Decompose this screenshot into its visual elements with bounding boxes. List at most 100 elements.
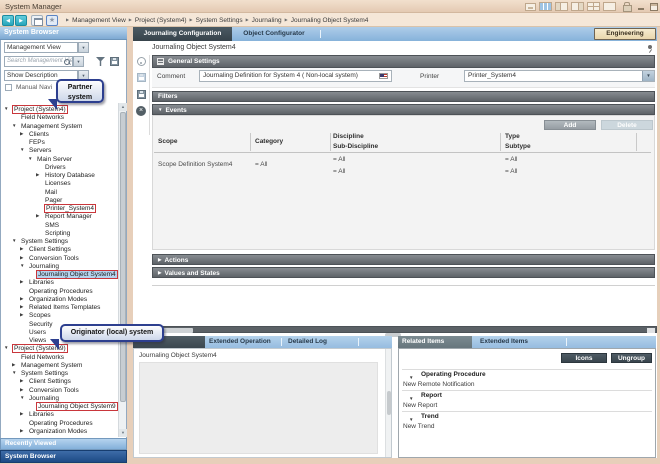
tab-extended-operation[interactable]: Extended Operation [209, 336, 271, 348]
expand-icon[interactable]: ▶ [20, 387, 23, 393]
breadcrumb-item[interactable]: Management View [72, 17, 126, 24]
layout-single-icon[interactable] [603, 2, 616, 11]
cell-discipline[interactable]: = All [333, 156, 345, 163]
forward-icon[interactable]: ▶ [15, 15, 27, 26]
collapse-icon[interactable]: ▼ [12, 123, 16, 128]
scrollbar-thumb[interactable] [120, 112, 126, 402]
cell-scope[interactable]: Scope Definition System4 [158, 161, 232, 168]
related-item[interactable]: New Trend [402, 422, 652, 432]
events-section-header[interactable]: ▼Events [152, 104, 655, 115]
tab-related-items[interactable]: Related Items [398, 336, 472, 348]
expand-icon[interactable]: ▶ [158, 257, 161, 262]
favorites-star-icon[interactable]: ★ [46, 15, 58, 26]
save-as-icon[interactable] [137, 90, 146, 99]
layout-columns-icon[interactable] [539, 2, 552, 11]
layout-split-right-icon[interactable] [571, 2, 584, 11]
cell-category[interactable]: = All [255, 161, 267, 168]
search-input[interactable]: Search Management Vie [4, 56, 73, 67]
tab-detailed-log[interactable]: Detailed Log [288, 336, 327, 348]
tab-extended-items[interactable]: Extended Items [480, 336, 528, 348]
collapse-icon[interactable]: ▼ [409, 394, 413, 404]
back-icon[interactable]: ◀ [2, 15, 14, 26]
cell-type[interactable]: = All [505, 156, 517, 163]
expand-icon[interactable]: ▶ [20, 312, 23, 318]
tree-item-label[interactable]: Organization Modes [28, 427, 88, 436]
tree-scrollbar[interactable]: ▲ ▼ [118, 103, 126, 437]
lock-icon[interactable] [623, 2, 630, 11]
filters-section-header[interactable]: Filters [152, 91, 655, 102]
scroll-down-icon[interactable]: ▼ [119, 429, 127, 437]
engineering-mode-button[interactable]: Engineering [594, 28, 656, 40]
collapse-icon[interactable]: ▼ [12, 238, 16, 243]
column-header-subtype[interactable]: Subtype [505, 143, 531, 150]
column-header-category[interactable]: Category [255, 138, 283, 145]
scroll-right-button[interactable] [647, 328, 655, 333]
collapse-icon[interactable]: ▼ [4, 345, 8, 350]
collapse-icon[interactable]: ▼ [409, 373, 413, 383]
related-items-group-header[interactable]: ▼Report [402, 391, 652, 401]
breadcrumb-item[interactable]: Project (System4) [135, 17, 187, 24]
display-icon[interactable] [525, 3, 536, 11]
general-settings-header[interactable]: General Settings [152, 55, 655, 68]
related-item[interactable]: New Report [402, 401, 652, 411]
breadcrumb-item[interactable]: System Settings [196, 17, 243, 24]
sync-icon[interactable] [137, 57, 146, 66]
scroll-up-icon[interactable]: ▲ [119, 103, 127, 111]
minimize-icon[interactable] [637, 3, 645, 11]
tab-object-configurator[interactable]: Object Configurator [232, 27, 316, 41]
expand-icon[interactable]: ▶ [20, 279, 23, 285]
chevron-down-icon[interactable]: ▼ [642, 71, 654, 81]
collapse-icon[interactable]: ▼ [20, 147, 24, 152]
actions-section-header[interactable]: ▶Actions [152, 254, 655, 265]
window-mode-icon[interactable] [31, 15, 43, 26]
expand-icon[interactable]: ▶ [36, 172, 39, 178]
values-states-section-header[interactable]: ▶Values and States [152, 267, 655, 278]
discard-icon[interactable]: × [136, 106, 146, 116]
collapse-icon[interactable]: ▼ [12, 370, 16, 375]
breadcrumb-item[interactable]: Journaling [252, 17, 282, 24]
recently-viewed-bar[interactable]: Recently Viewed [0, 438, 127, 450]
collapse-icon[interactable]: ▼ [409, 415, 413, 425]
breadcrumb-item[interactable]: Journaling Object System4 [291, 17, 369, 24]
expand-icon[interactable]: ▶ [20, 255, 23, 261]
expand-icon[interactable]: ▶ [20, 296, 23, 302]
tree-item[interactable]: ▶ Organization Modes [1, 427, 118, 436]
expand-icon[interactable]: ▶ [20, 131, 23, 137]
chevron-down-icon[interactable]: ▼ [78, 42, 89, 53]
expand-icon[interactable]: ▶ [20, 378, 23, 384]
maximize-icon[interactable] [650, 3, 658, 11]
view-selector[interactable]: Management View [4, 42, 78, 53]
expand-icon[interactable]: ▶ [20, 428, 23, 434]
layout-grid-icon[interactable] [587, 2, 600, 11]
ungroup-button[interactable]: Ungroup [611, 353, 652, 363]
related-items-group-header[interactable]: ▼Operating Procedure [402, 370, 652, 380]
collapse-icon[interactable]: ▼ [158, 107, 162, 112]
chevron-down-icon[interactable]: ▼ [73, 56, 84, 67]
related-items-group-header[interactable]: ▼Trend [402, 412, 652, 422]
expand-icon[interactable]: ▶ [36, 213, 39, 219]
collapse-icon[interactable]: ▼ [20, 263, 24, 268]
icons-button[interactable]: Icons [561, 353, 607, 363]
layout-split-left-icon[interactable] [555, 2, 568, 11]
expand-icon[interactable]: ▶ [12, 362, 15, 368]
column-header-type[interactable]: Type [505, 133, 520, 140]
save-search-icon[interactable] [110, 57, 119, 66]
expand-icon[interactable]: ▶ [20, 246, 23, 252]
cell-subtype[interactable]: = All [505, 168, 517, 175]
collapse-icon[interactable]: ▼ [4, 106, 8, 111]
expand-icon[interactable]: ▶ [20, 411, 23, 417]
save-icon[interactable] [137, 73, 146, 82]
vertical-scrollbar[interactable] [385, 349, 391, 457]
scrollbar-thumb[interactable] [387, 391, 391, 415]
cell-sub-discipline[interactable]: = All [333, 168, 345, 175]
printer-selector[interactable]: Printer_System4▼ [464, 70, 655, 82]
tab-journaling-configuration[interactable]: Journaling Configuration [133, 27, 232, 41]
system-browser-bar[interactable]: System Browser [0, 450, 127, 463]
expand-icon[interactable]: ▶ [20, 304, 23, 310]
collapse-icon[interactable]: ▼ [20, 395, 24, 400]
expand-icon[interactable]: ▶ [158, 270, 161, 275]
collapse-icon[interactable]: ▼ [28, 156, 32, 161]
manual-navigation-checkbox[interactable] [5, 84, 12, 91]
column-header-scope[interactable]: Scope [158, 138, 178, 145]
comment-input[interactable]: Journaling Definition for System 4 ( Non… [199, 70, 392, 82]
